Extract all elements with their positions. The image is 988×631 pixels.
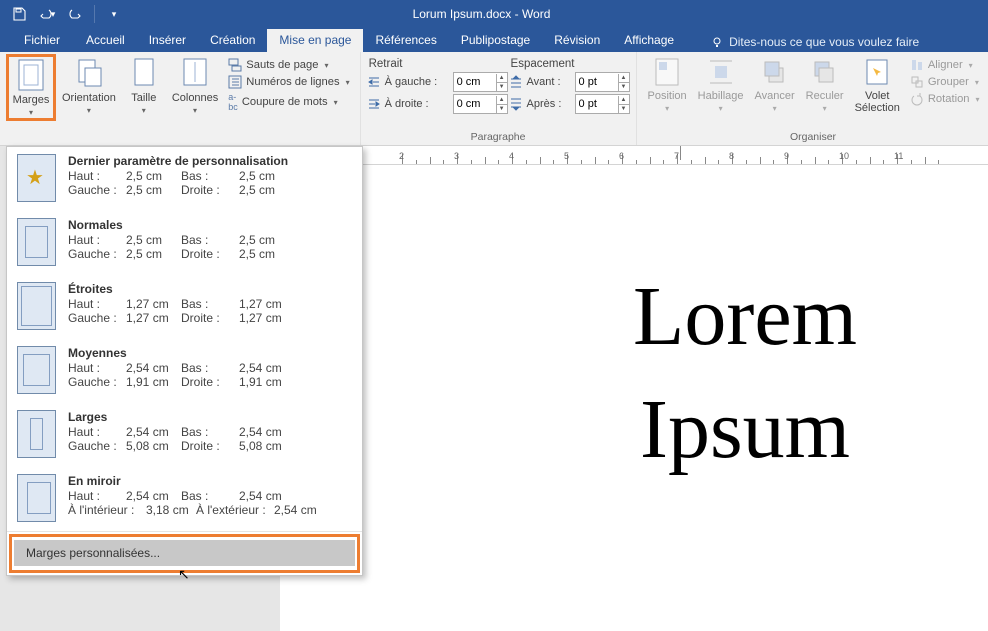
margins-icon — [16, 58, 46, 92]
indent-left-icon — [367, 75, 381, 89]
margins-dropdown: Dernier paramètre de personnalisationHau… — [6, 146, 363, 576]
tell-me[interactable]: Dites-nous ce que vous voulez faire — [711, 35, 919, 52]
preset-name: Larges — [68, 410, 352, 424]
wrap-icon — [707, 56, 735, 88]
align-button: Aligner▾ — [906, 57, 984, 73]
paragraph-group-label: Paragraphe — [367, 131, 630, 145]
columns-button[interactable]: Colonnes▾ — [167, 54, 223, 117]
tab-design[interactable]: Création — [198, 29, 267, 52]
espacement-heading: Espacement — [509, 58, 630, 70]
margins-preset[interactable]: En miroirHaut :2,54 cmBas :2,54 cmÀ l'in… — [7, 467, 362, 531]
qat-customize[interactable]: ▾ — [103, 3, 125, 25]
preset-thumb-icon — [17, 346, 56, 394]
breaks-icon — [228, 58, 242, 72]
preset-thumb-icon — [17, 474, 56, 522]
indent-right-icon — [367, 97, 381, 111]
line-numbers-button[interactable]: Numéros de lignes▾ — [224, 74, 353, 90]
rotate-icon — [910, 92, 924, 106]
redo-button[interactable] — [64, 3, 86, 25]
custom-margins-item[interactable]: Marges personnalisées... — [14, 540, 355, 566]
ribbon-tabs: Fichier Accueil Insérer Création Mise en… — [0, 28, 988, 52]
arrange-group-label: Organiser — [643, 131, 984, 145]
tab-home[interactable]: Accueil — [74, 29, 137, 52]
breaks-button[interactable]: Sauts de page▾ — [224, 57, 353, 73]
columns-icon — [180, 56, 210, 90]
margins-preset[interactable]: NormalesHaut :2,5 cmBas :2,5 cmGauche :2… — [7, 211, 362, 275]
size-icon — [129, 56, 159, 90]
spacing-after-input[interactable]: ▲▼ — [575, 94, 630, 114]
undo-button[interactable]: ▾ — [36, 3, 58, 25]
position-button: Position▾ — [643, 54, 692, 115]
size-button[interactable]: Taille▾ — [122, 54, 166, 117]
document-body[interactable]: Lorem Ipsum — [362, 165, 988, 487]
forward-icon — [761, 56, 789, 88]
send-backward-button: Reculer▾ — [801, 54, 849, 115]
group-button: Grouper▾ — [906, 74, 984, 90]
retrait-heading: Retrait — [367, 58, 508, 70]
preset-name: En miroir — [68, 474, 352, 488]
wrap-text-button: Habillage▾ — [693, 54, 749, 115]
selection-pane-button[interactable]: Volet Sélection — [850, 54, 905, 116]
margins-button[interactable]: Marges ▾ — [9, 57, 53, 118]
spacing-before-icon — [509, 75, 523, 89]
preset-name: Moyennes — [68, 346, 352, 360]
spacing-before-input[interactable]: ▲▼ — [575, 72, 630, 92]
window-title: Lorum Ipsum.docx - Word — [125, 7, 838, 21]
margins-preset[interactable]: ÉtroitesHaut :1,27 cmBas :1,27 cmGauche … — [7, 275, 362, 339]
preset-thumb-icon — [17, 154, 56, 202]
ribbon: Marges ▾ Orientation▾ Taille▾ Colonnes▾ … — [0, 52, 988, 146]
tab-mailings[interactable]: Publipostage — [449, 29, 542, 52]
redo-icon — [68, 7, 82, 21]
preset-name: Étroites — [68, 282, 352, 296]
cursor-icon: ↖ — [178, 566, 190, 583]
preset-thumb-icon — [17, 218, 56, 266]
bring-forward-button: Avancer▾ — [750, 54, 800, 115]
indent-right-input[interactable]: ▲▼ — [453, 94, 508, 114]
margins-preset[interactable]: Dernier paramètre de personnalisationHau… — [7, 147, 362, 211]
save-button[interactable] — [8, 3, 30, 25]
margins-preset[interactable]: MoyennesHaut :2,54 cmBas :2,54 cmGauche … — [7, 339, 362, 403]
preset-thumb-icon — [17, 410, 56, 458]
position-icon — [653, 56, 681, 88]
group-icon — [910, 75, 924, 89]
tab-review[interactable]: Révision — [542, 29, 612, 52]
rotate-button: Rotation▾ — [906, 91, 984, 107]
line-numbers-icon — [228, 75, 242, 89]
save-icon — [12, 7, 26, 21]
title-bar: ▾ ▾ Lorum Ipsum.docx - Word — [0, 0, 988, 28]
tab-insert[interactable]: Insérer — [137, 29, 198, 52]
selection-pane-icon — [863, 56, 891, 88]
tab-file[interactable]: Fichier — [10, 29, 74, 52]
align-icon — [910, 58, 924, 72]
spacing-after-icon — [509, 97, 523, 111]
backward-icon — [811, 56, 839, 88]
tab-references[interactable]: Références — [363, 29, 448, 52]
indent-marker[interactable] — [680, 146, 681, 160]
hyphenation-button[interactable]: a-bcCoupure de mots▾ — [224, 91, 353, 113]
preset-name: Normales — [68, 218, 352, 232]
preset-thumb-icon — [17, 282, 56, 330]
indent-left-input[interactable]: ▲▼ — [453, 72, 508, 92]
orientation-icon — [74, 56, 104, 90]
tab-view[interactable]: Affichage — [612, 29, 686, 52]
bulb-icon — [711, 36, 723, 48]
preset-name: Dernier paramètre de personnalisation — [68, 154, 352, 168]
margins-preset[interactable]: LargesHaut :2,54 cmBas :2,54 cmGauche :5… — [7, 403, 362, 467]
horizontal-ruler[interactable]: 234567891011 — [362, 146, 988, 165]
tab-layout[interactable]: Mise en page — [267, 29, 363, 52]
orientation-button[interactable]: Orientation▾ — [57, 54, 121, 117]
document-area: 234567891011 Lorem Ipsum — [362, 146, 988, 631]
